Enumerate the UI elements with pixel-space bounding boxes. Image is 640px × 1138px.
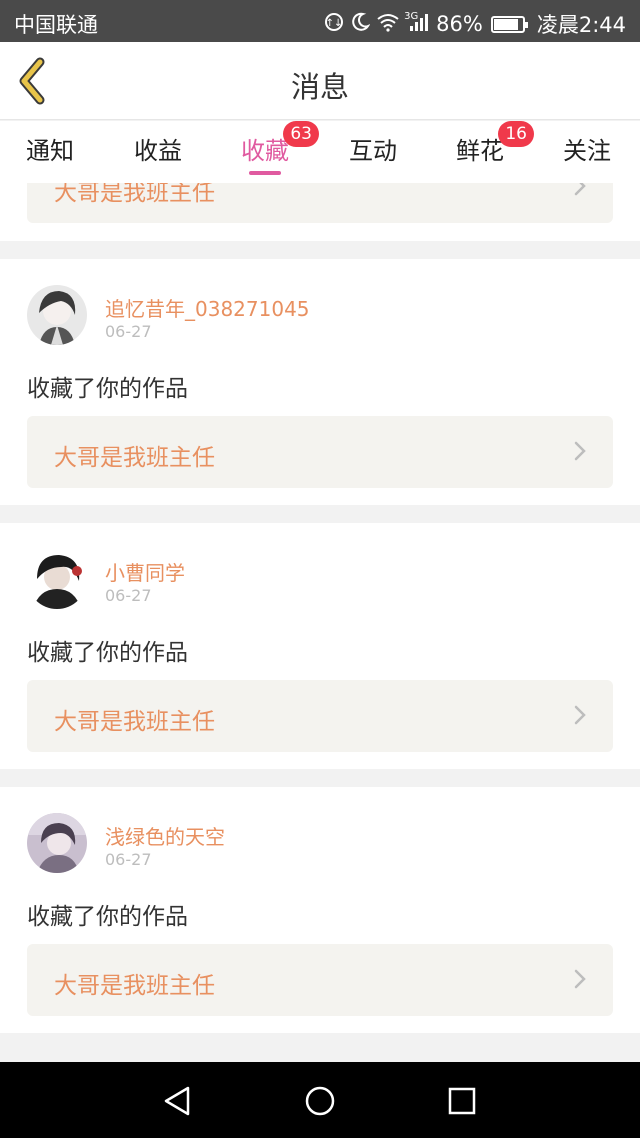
chevron-right-icon <box>574 441 586 461</box>
moon-icon <box>350 12 371 36</box>
data-saver-icon: ↑↓ <box>324 12 344 36</box>
tab-earnings[interactable]: 收益 <box>134 131 182 166</box>
tab-label: 关注 <box>563 137 611 165</box>
tab-label: 互动 <box>349 137 397 165</box>
tab-follows[interactable]: 关注 <box>563 131 611 166</box>
work-link[interactable]: 大哥是我班主任 <box>27 183 613 223</box>
network-type: 3G <box>404 11 419 22</box>
chevron-right-icon <box>574 705 586 725</box>
action-text: 收藏了你的作品 <box>27 904 188 930</box>
work-title: 大哥是我班主任 <box>54 709 215 735</box>
status-icons: ↑↓ 3G 86% 凌晨2:44 <box>324 9 626 39</box>
timestamp: 06-27 <box>105 586 152 605</box>
list-item: 大哥是我班主任 <box>0 183 640 241</box>
clock: 凌晨2:44 <box>536 13 626 37</box>
work-title: 大哥是我班主任 <box>54 445 215 471</box>
signal-icon: 3G <box>404 11 430 36</box>
work-title: 大哥是我班主任 <box>54 183 215 206</box>
header: 消息 <box>0 42 640 120</box>
username-link[interactable]: 追忆昔年_038271045 <box>105 293 310 322</box>
chevron-right-icon <box>574 183 586 196</box>
list-item: 小曹同学 06-27 收藏了你的作品 大哥是我班主任 <box>0 523 640 769</box>
tab-flowers[interactable]: 鲜花 16 <box>456 121 534 166</box>
timestamp: 06-27 <box>105 322 152 341</box>
action-text: 收藏了你的作品 <box>27 376 188 402</box>
system-nav-bar <box>0 1062 640 1138</box>
avatar[interactable] <box>27 285 87 345</box>
tab-interactions[interactable]: 互动 <box>349 131 397 166</box>
tab-label: 通知 <box>26 137 74 165</box>
nav-back-icon[interactable] <box>160 1084 194 1118</box>
status-bar: 中国联通 ↑↓ 3G 86% 凌晨2:44 <box>0 0 640 42</box>
tab-badge: 63 <box>283 121 319 147</box>
tab-notifications[interactable]: 通知 <box>26 131 74 166</box>
tab-bar: 通知 收益 收藏 63 互动 鲜花 16 关注 <box>0 121 640 183</box>
avatar[interactable] <box>27 813 87 873</box>
username-link[interactable]: 小曹同学 <box>105 557 185 586</box>
carrier-name: 中国联通 <box>14 13 98 37</box>
username-link[interactable]: 浅绿色的天空 <box>105 821 225 850</box>
work-link[interactable]: 大哥是我班主任 <box>27 680 613 752</box>
battery-icon <box>490 15 528 33</box>
svg-text:↑↓: ↑↓ <box>326 18 343 29</box>
active-tab-indicator <box>249 171 281 175</box>
tab-label: 收藏 <box>241 137 289 165</box>
timestamp: 06-27 <box>105 850 152 869</box>
tab-badge: 16 <box>498 121 534 147</box>
tab-label: 鲜花 <box>456 137 504 165</box>
nav-recents-icon[interactable] <box>445 1084 479 1118</box>
page-title: 消息 <box>290 70 349 104</box>
tab-favorites[interactable]: 收藏 63 <box>241 121 319 175</box>
list-item: 追忆昔年_038271045 06-27 收藏了你的作品 大哥是我班主任 <box>0 259 640 505</box>
work-link[interactable]: 大哥是我班主任 <box>27 416 613 488</box>
work-title: 大哥是我班主任 <box>54 973 215 999</box>
work-link[interactable]: 大哥是我班主任 <box>27 944 613 1016</box>
battery-percent: 86% <box>436 12 483 36</box>
message-list[interactable]: 大哥是我班主任 追忆昔年_038271045 06-27 收藏了你的作品 大哥是… <box>0 183 640 1062</box>
wifi-icon <box>376 12 400 36</box>
list-item: 浅绿色的天空 06-27 收藏了你的作品 大哥是我班主任 <box>0 787 640 1033</box>
nav-home-icon[interactable] <box>303 1084 337 1118</box>
action-text: 收藏了你的作品 <box>27 640 188 666</box>
chevron-right-icon <box>574 969 586 989</box>
avatar[interactable] <box>27 549 87 609</box>
tab-label: 收益 <box>134 137 182 165</box>
